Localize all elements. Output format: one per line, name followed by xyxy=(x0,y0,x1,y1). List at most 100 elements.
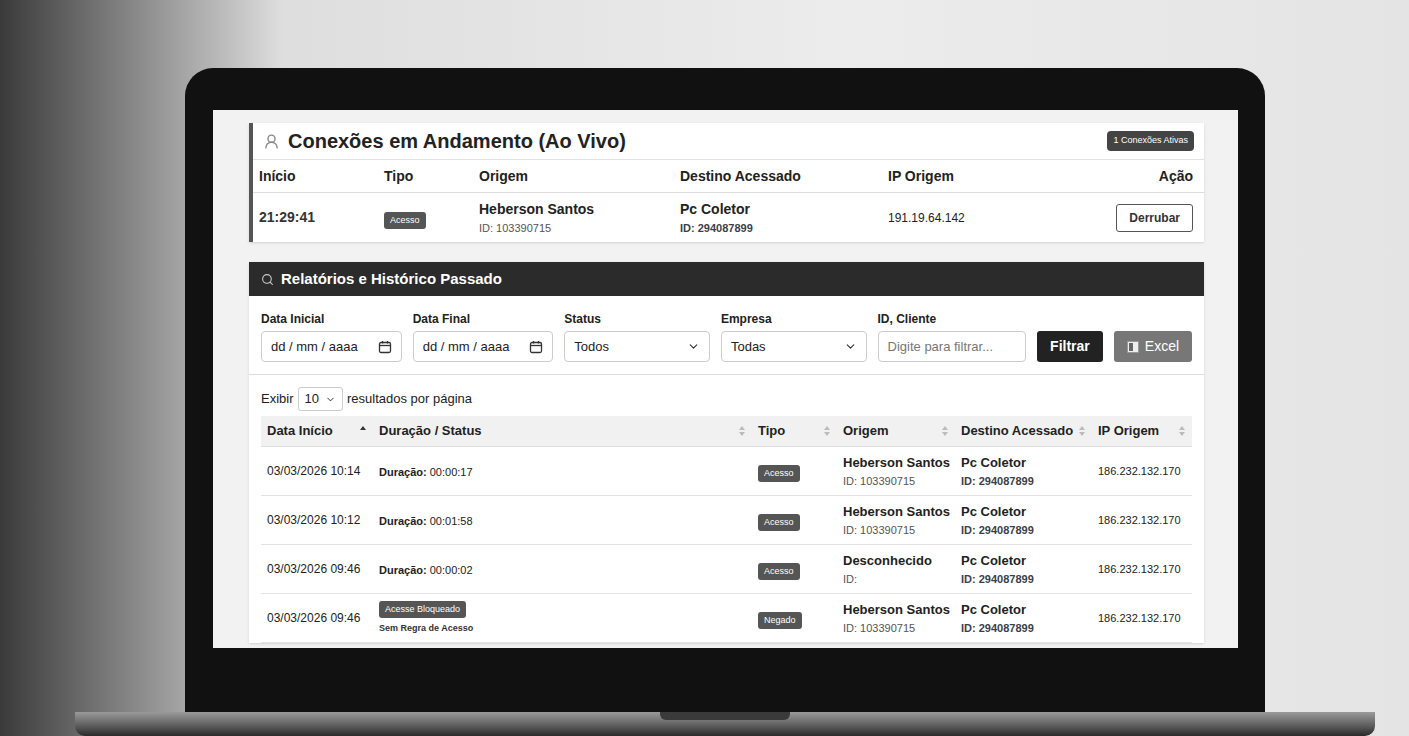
sort-icon xyxy=(359,425,367,437)
filter-label: Status xyxy=(564,312,710,326)
destination-id: ID: 294087899 xyxy=(961,522,1086,539)
excel-button[interactable]: Excel xyxy=(1114,331,1192,362)
person-icon xyxy=(263,133,280,150)
live-title: Conexões em Andamento (Ao Vivo) xyxy=(288,126,626,156)
origin-name: Heberson Santos xyxy=(843,600,949,620)
origin-id: ID: 103390715 xyxy=(843,473,949,490)
destination-id: ID: 294087899 xyxy=(961,571,1086,588)
sort-icon xyxy=(823,425,831,437)
column-header: Início xyxy=(259,166,384,187)
search-icon xyxy=(261,273,274,286)
duration: Duração: 00:00:17 xyxy=(379,466,473,478)
filter-field: Empresa Todas xyxy=(721,312,867,362)
duration: Duração: 00:00:02 xyxy=(379,564,473,576)
sort-icon xyxy=(941,425,949,437)
type-badge: Acesso xyxy=(384,212,426,229)
origin-ip: 186.232.132.170 xyxy=(1092,610,1192,627)
column-header: Origem xyxy=(479,166,680,187)
photo-scene: Conexões em Andamento (Ao Vivo) 1 Conexõe… xyxy=(0,0,1409,736)
live-connections-card: Conexões em Andamento (Ao Vivo) 1 Conexõe… xyxy=(249,123,1204,242)
status-reason: Sem Regra de Acesso xyxy=(379,622,473,636)
type-badge: Acesso xyxy=(758,563,800,580)
origin-ip: 191.19.64.142 xyxy=(888,209,1116,227)
history-row: 03/03/2026 09:46Acesse BloqueadoSem Regr… xyxy=(261,594,1192,643)
start-date: 03/03/2026 09:46 xyxy=(261,609,373,627)
sort-icon xyxy=(1178,425,1186,437)
column-header[interactable]: Destino Acessado xyxy=(955,416,1092,446)
page-size-select[interactable]: 10 xyxy=(298,387,343,411)
drop-button[interactable]: Derrubar xyxy=(1116,204,1193,232)
date-input[interactable]: dd / mm / aaaa xyxy=(261,331,402,362)
filter-label: Empresa xyxy=(721,312,867,326)
destination-id: ID: 294087899 xyxy=(961,473,1086,490)
type-badge: Negado xyxy=(758,612,802,629)
page-size-row: Exibir10resultados por página xyxy=(261,387,1192,411)
column-header: Destino Acessado xyxy=(680,166,888,187)
column-header: IP Origem xyxy=(888,166,1159,187)
origin-name: Desconhecido xyxy=(843,551,949,571)
calendar-icon xyxy=(378,340,392,354)
reports-panel: Relatórios e Histórico Passado Data Inici… xyxy=(249,262,1204,643)
live-table-header: InícioTipoOrigemDestino AcessadoIP Orige… xyxy=(253,160,1204,193)
start-date: 03/03/2026 10:14 xyxy=(261,462,373,480)
chevron-down-icon xyxy=(325,394,336,405)
select-input[interactable]: Todas xyxy=(721,331,867,362)
destination-name: Pc Coletor xyxy=(961,600,1086,620)
live-row: 21:29:41AcessoHeberson SantosID: 1033907… xyxy=(253,193,1204,242)
select-input[interactable]: Todos xyxy=(564,331,710,362)
origin-name: Heberson Santos xyxy=(843,453,949,473)
sort-icon xyxy=(738,425,746,437)
column-header: Tipo xyxy=(384,166,479,187)
start-date: 03/03/2026 09:46 xyxy=(261,560,373,578)
sort-icon xyxy=(1078,425,1086,437)
column-header[interactable]: Data Início xyxy=(261,416,373,446)
active-count-badge: 1 Conexões Ativas xyxy=(1107,131,1194,151)
laptop-screen: Conexões em Andamento (Ao Vivo) 1 Conexõe… xyxy=(213,110,1238,648)
filter-label: ID, Cliente xyxy=(878,312,1027,326)
reports-header: Relatórios e Histórico Passado xyxy=(249,262,1204,296)
destination-name: Pc Coletor xyxy=(680,199,888,220)
text-input[interactable]: Digite para filtrar... xyxy=(878,331,1027,362)
origin-id: ID: 103390715 xyxy=(843,522,949,539)
excel-icon xyxy=(1127,341,1139,353)
filter-label: Data Final xyxy=(413,312,554,326)
filter-bar: Data Inicial dd / mm / aaaa Data Final dd /… xyxy=(249,296,1204,375)
start-time: 21:29:41 xyxy=(259,207,384,228)
origin-ip: 186.232.132.170 xyxy=(1092,561,1192,578)
origin-id: ID: 103390715 xyxy=(843,620,949,637)
column-header[interactable]: Origem xyxy=(837,416,955,446)
chevron-down-icon xyxy=(844,340,857,353)
history-row: 03/03/2026 10:14 Duração: 00:00:17 Acesso H… xyxy=(261,447,1192,496)
type-badge: Acesso xyxy=(758,514,800,531)
origin-name: Heberson Santos xyxy=(479,199,680,220)
destination-name: Pc Coletor xyxy=(961,502,1086,522)
column-header: Ação xyxy=(1159,166,1198,187)
laptop-bezel: Conexões em Andamento (Ao Vivo) 1 Conexõe… xyxy=(185,68,1265,712)
column-header[interactable]: Tipo xyxy=(752,416,837,446)
start-date: 03/03/2026 10:12 xyxy=(261,511,373,529)
filter-field: ID, Cliente Digite para filtrar... xyxy=(878,312,1027,362)
destination-id: ID: 294087899 xyxy=(680,220,888,237)
table-area: Exibir10resultados por página Data Início… xyxy=(249,375,1204,643)
destination-name: Pc Coletor xyxy=(961,551,1086,571)
history-table-header: Data InícioDuração / StatusTipoOrigemDes… xyxy=(261,416,1192,447)
destination-id: ID: 294087899 xyxy=(961,620,1086,637)
column-header[interactable]: Duração / Status xyxy=(373,416,752,446)
laptop-base xyxy=(75,712,1375,736)
filter-field: Data Final dd / mm / aaaa xyxy=(413,312,554,362)
origin-id: ID: xyxy=(843,571,949,588)
laptop-notch xyxy=(660,712,790,720)
column-header[interactable]: IP Origem xyxy=(1092,416,1192,446)
reports-title: Relatórios e Histórico Passado xyxy=(281,268,502,291)
filter-button[interactable]: Filtrar xyxy=(1037,331,1103,362)
origin-ip: 186.232.132.170 xyxy=(1092,512,1192,529)
filter-field: Status Todos xyxy=(564,312,710,362)
filter-field: Data Inicial dd / mm / aaaa xyxy=(261,312,402,362)
origin-name: Heberson Santos xyxy=(843,502,949,522)
date-input[interactable]: dd / mm / aaaa xyxy=(413,331,554,362)
type-badge: Acesso xyxy=(758,465,800,482)
chevron-down-icon xyxy=(687,340,700,353)
origin-ip: 186.232.132.170 xyxy=(1092,463,1192,480)
live-header: Conexões em Andamento (Ao Vivo) 1 Conexõe… xyxy=(253,123,1204,160)
filter-label: Data Inicial xyxy=(261,312,402,326)
